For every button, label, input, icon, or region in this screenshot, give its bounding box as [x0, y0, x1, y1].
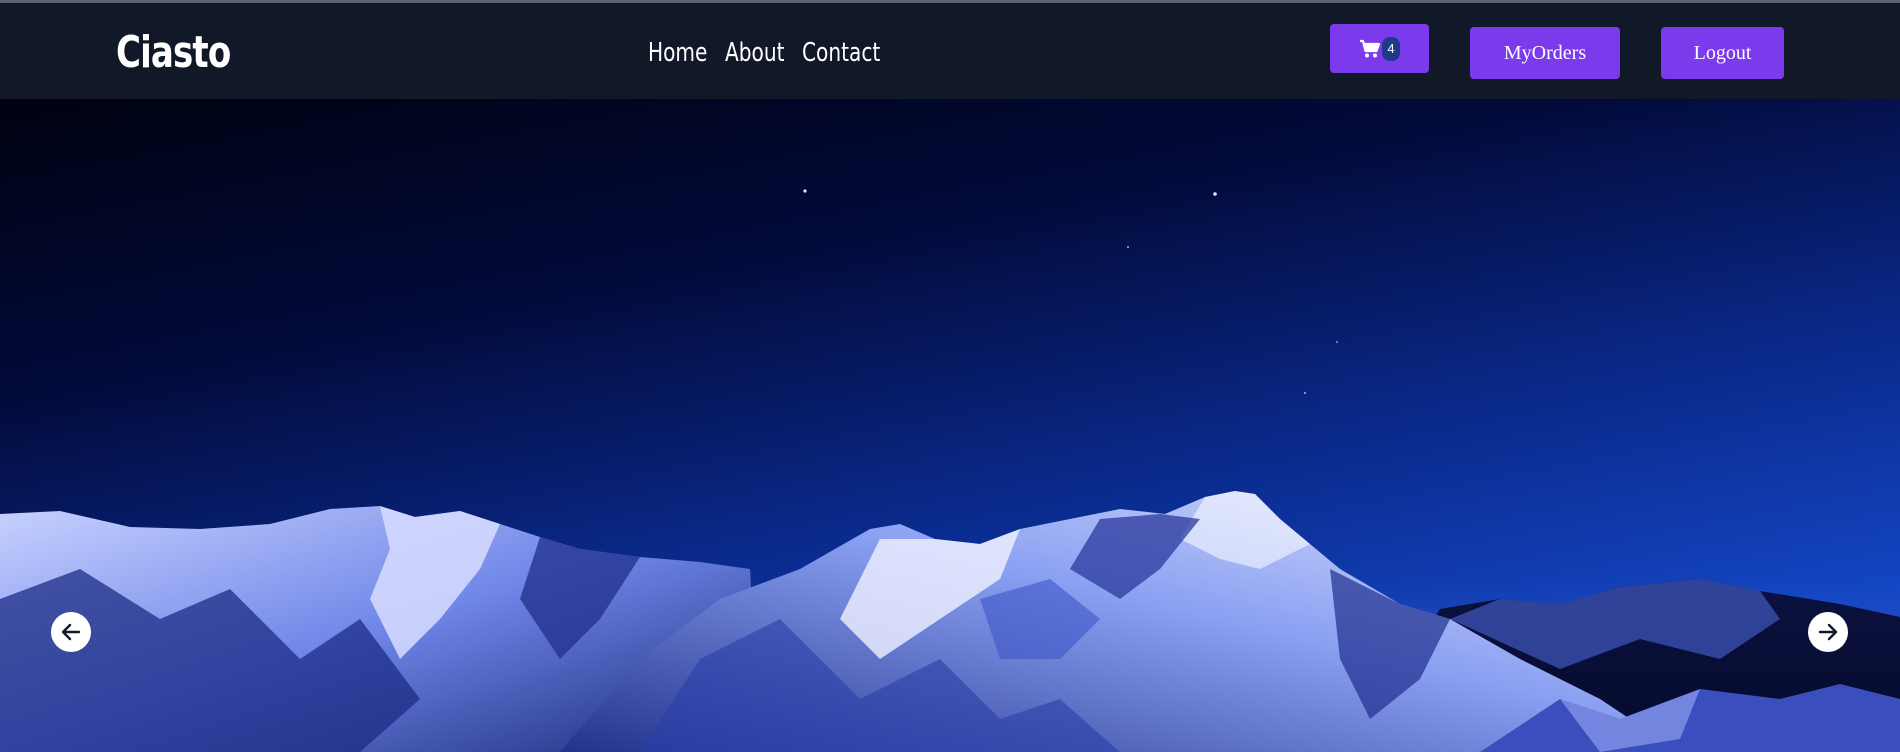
arrow-right-icon	[1818, 623, 1838, 641]
cart-count-badge: 4	[1382, 36, 1400, 61]
nav-link-about[interactable]: About	[725, 33, 784, 73]
nav-link-contact[interactable]: Contact	[802, 33, 880, 73]
logout-button[interactable]: Logout	[1661, 27, 1784, 79]
carousel-next-button[interactable]	[1808, 612, 1848, 652]
cart-button[interactable]: 4	[1330, 24, 1429, 73]
carousel-prev-button[interactable]	[51, 612, 91, 652]
brand-logo[interactable]: Ciasto	[116, 23, 231, 83]
my-orders-button[interactable]: MyOrders	[1470, 27, 1620, 79]
navbar: Ciasto Home About Contact 4 MyOrders Log…	[0, 3, 1900, 99]
hero-carousel	[0, 99, 1900, 752]
hero-slide-image	[0, 99, 1900, 752]
arrow-left-icon	[61, 623, 81, 641]
shopping-cart-icon	[1359, 39, 1381, 59]
nav-links: Home About Contact	[648, 33, 893, 73]
nav-link-home[interactable]: Home	[648, 33, 707, 73]
